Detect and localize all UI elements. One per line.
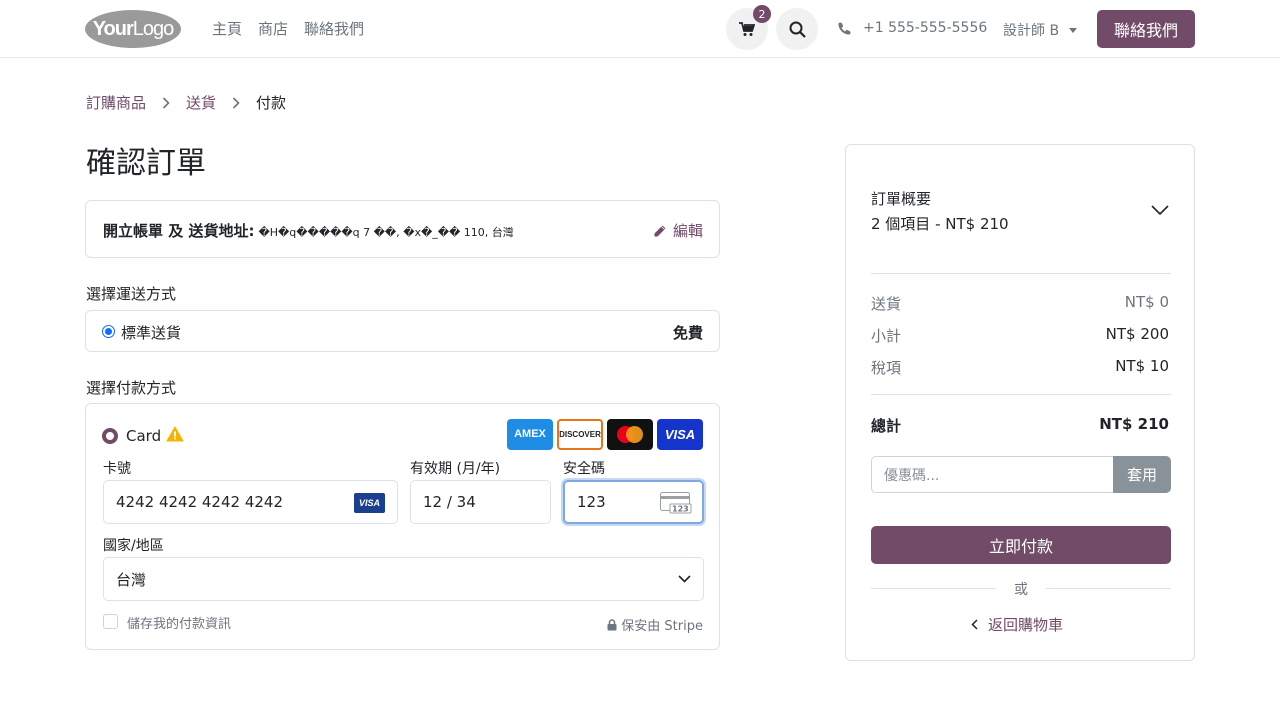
page-title: 確認訂單 [86, 146, 206, 181]
shipping-price: 免費 [672, 324, 703, 342]
divider [871, 394, 1171, 395]
address-label-text: 開立帳單 及 送貨地址: [103, 222, 255, 240]
card-number-label: 卡號 [103, 461, 131, 477]
shipping-row-value: NT$ 0 [1124, 293, 1169, 311]
total-value: NT$ 210 [1099, 415, 1169, 433]
nav-item-home[interactable]: 主頁 [212, 18, 242, 39]
or-text: 或 [1014, 582, 1028, 598]
caret-down-icon [1069, 27, 1078, 33]
payment-section-title: 選擇付款方式 [86, 379, 177, 397]
logo-text-bold: Your [92, 17, 134, 40]
search-icon [789, 21, 806, 38]
shipping-method-option[interactable]: 標準送貨 免費 [85, 310, 720, 352]
expiry-value: 12 / 34 [423, 493, 476, 511]
site-header: Your Logo 主頁 商店 聯絡我們 2 +1 555-555-5556 設計… [0, 0, 1280, 58]
lock-icon [607, 618, 617, 630]
visa-mini-icon: VISA [354, 493, 385, 513]
mastercard-logo [607, 419, 653, 450]
nav-item-shop[interactable]: 商店 [258, 18, 288, 39]
save-payment-checkbox[interactable] [103, 614, 118, 629]
card-number-input[interactable]: 4242 4242 4242 4242 VISA [103, 480, 398, 524]
card-brands: AMEX DISCOVER VISA [507, 419, 703, 450]
edit-address-link[interactable]: 編輯 [653, 220, 703, 241]
total-label: 總計 [871, 417, 902, 435]
phone-number: +1 555-555-5556 [863, 20, 988, 36]
subtotal-row-value: NT$ 200 [1105, 325, 1169, 343]
country-value: 台灣 [116, 570, 147, 589]
amex-logo: AMEX [507, 419, 553, 450]
coupon-placeholder: 優惠碼... [884, 467, 940, 484]
pay-now-button[interactable]: 立即付款 [871, 526, 1171, 564]
coupon-input[interactable]: 優惠碼... [871, 456, 1114, 493]
or-divider-left [871, 588, 996, 589]
shipping-method-name: 標準送貨 [121, 324, 182, 342]
order-summary-card: 訂單概要 2 個項目 - NT$ 210 送貨 NT$ 0 小計 NT$ 200… [845, 144, 1195, 661]
discover-logo: DISCOVER [557, 419, 603, 450]
country-select[interactable]: 台灣 [103, 557, 704, 601]
secured-by-stripe: 保安由 Stripe [607, 615, 703, 634]
payment-method-card: Card AMEX DISCOVER VISA 卡號 4242 4242 424… [85, 403, 720, 650]
expiry-label: 有效期 (月/年) [410, 461, 501, 477]
cart-button[interactable]: 2 [726, 5, 771, 50]
user-name: 設計師 B [1003, 23, 1060, 39]
payment-method-name: Card [126, 427, 162, 445]
chevron-left-icon [971, 619, 978, 630]
breadcrumb-item-shipping[interactable]: 送貨 [186, 92, 216, 113]
cvc-value: 123 [577, 493, 606, 511]
breadcrumb-item-payment: 付款 [256, 94, 287, 112]
payment-radio[interactable] [102, 428, 118, 444]
chevron-down-icon[interactable] [1151, 201, 1169, 219]
pencil-icon [654, 225, 666, 236]
save-payment-label: 儲存我的付款資訊 [127, 617, 232, 632]
back-to-cart-label: 返回購物車 [988, 616, 1064, 634]
edit-label: 編輯 [672, 222, 703, 240]
breadcrumb: 訂購商品 送貨 付款 [86, 92, 286, 113]
address-value: �H�q�����q 7 ��, �x�_�� 110, 台灣 [258, 226, 514, 239]
phone-link[interactable]: +1 555-555-5556 [838, 20, 987, 36]
subtotal-row-label: 小計 [871, 327, 902, 345]
svg-text:123: 123 [672, 505, 689, 514]
shipping-radio[interactable] [102, 325, 115, 338]
chevron-right-icon [232, 96, 240, 109]
cvc-label: 安全碼 [563, 461, 605, 477]
nav-item-contact[interactable]: 聯絡我們 [304, 18, 364, 39]
address-label: 開立帳單 及 送貨地址: �H�q�����q 7 ��, �x�_�� 110,… [103, 220, 514, 241]
tax-row-label: 稅項 [871, 359, 902, 377]
back-to-cart-link[interactable]: 返回購物車 [971, 614, 1063, 635]
warning-icon [166, 426, 184, 446]
country-label: 國家/地區 [103, 538, 164, 554]
expiry-input[interactable]: 12 / 34 [410, 480, 551, 524]
summary-items: 2 個項目 - NT$ 210 [871, 215, 1009, 233]
logo[interactable]: Your Logo [85, 10, 181, 48]
address-card: 開立帳單 及 送貨地址: �H�q�����q 7 ��, �x�_�� 110,… [85, 200, 720, 258]
cvc-input[interactable]: 123 123 [563, 480, 704, 524]
search-button[interactable] [776, 8, 818, 50]
shipping-section-title: 選擇運送方式 [86, 285, 177, 303]
cart-icon [739, 21, 755, 36]
visa-logo: VISA [657, 419, 703, 450]
secured-text: 保安由 Stripe [621, 619, 703, 634]
shipping-row-label: 送貨 [871, 295, 902, 313]
or-divider-right [1046, 588, 1171, 589]
summary-title: 訂單概要 [871, 190, 932, 208]
phone-icon [838, 22, 851, 34]
cart-count-badge: 2 [753, 5, 771, 23]
logo-text-light: Logo [132, 17, 174, 40]
user-menu[interactable]: 設計師 B [1003, 20, 1078, 40]
contact-us-button[interactable]: 聯絡我們 [1097, 10, 1195, 48]
main-nav: 主頁 商店 聯絡我們 [212, 18, 364, 39]
chevron-right-icon [162, 96, 170, 109]
chevron-down-icon [678, 575, 691, 583]
apply-coupon-button[interactable]: 套用 [1113, 456, 1171, 493]
breadcrumb-item-cart[interactable]: 訂購商品 [86, 92, 146, 113]
tax-row-value: NT$ 10 [1115, 357, 1169, 375]
cvc-card-icon: 123 [660, 492, 692, 518]
divider [871, 273, 1171, 274]
card-number-value: 4242 4242 4242 4242 [116, 493, 283, 511]
